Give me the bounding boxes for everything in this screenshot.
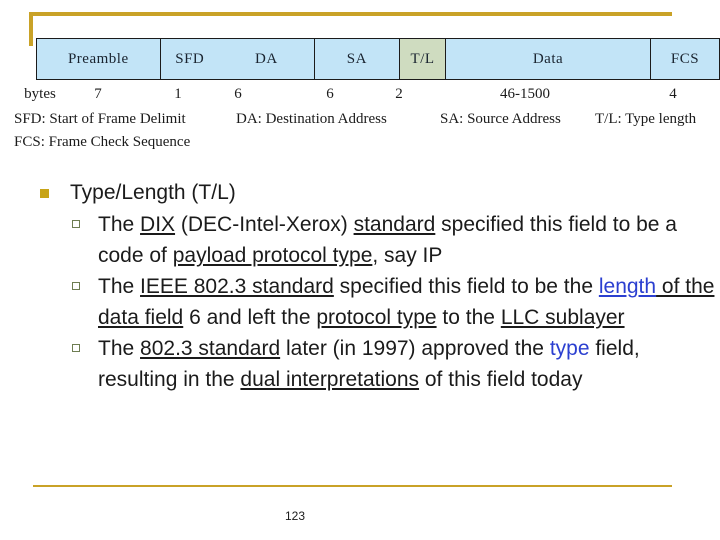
- text-run: protocol type: [316, 306, 437, 329]
- legend-fcs: FCS: Frame Check Sequence: [14, 134, 191, 150]
- legend-tl: T/L: Type length: [595, 111, 697, 127]
- text-run: to the: [436, 306, 501, 329]
- page-number: 123: [284, 509, 306, 523]
- bullet-type-length-heading: Type/Length (T/L) The DIX (DEC-Intel-Xer…: [0, 178, 720, 395]
- text-run: dual interpretations: [240, 368, 420, 391]
- legend-sfd: SFD: Start of Frame Delimit: [14, 111, 186, 127]
- text-run: type: [549, 337, 590, 360]
- hollow-square-bullet-icon: [72, 220, 80, 228]
- text-run: IEEE 802.3 standard: [140, 275, 334, 298]
- text-run: The: [98, 275, 141, 298]
- frame-cell-sa: SA: [314, 39, 401, 79]
- bytes-value-data: 46-1500: [500, 86, 550, 102]
- frame-cell-label: Preamble: [67, 50, 129, 67]
- text-run: later (in 1997) approved the: [280, 337, 550, 360]
- bullet-dix-text: The DIX (DEC-Intel-Xerox) standard speci…: [98, 213, 677, 267]
- frame-cell-label: SA: [346, 50, 367, 67]
- legend-line-1: SFD: Start of Frame Delimit DA: Destinat…: [8, 111, 714, 134]
- text-run: DIX: [140, 213, 176, 236]
- legend-da: DA: Destination Address: [236, 111, 387, 127]
- bytes-value-sfd: 1: [174, 86, 182, 102]
- bullet-list-level-2: The DIX (DEC-Intel-Xerox) standard speci…: [70, 209, 720, 395]
- text-run: payload protocol type: [172, 244, 373, 267]
- legend-sa: SA: Source Address: [440, 111, 561, 127]
- legend-line-2: FCS: Frame Check Sequence: [8, 134, 714, 157]
- bullet-1997: The 802.3 standard later (in 1997) appro…: [70, 333, 720, 395]
- frame-cell-fcs: FCS: [651, 39, 719, 79]
- text-run: The: [98, 337, 141, 360]
- frame-cell-label: SFD: [175, 50, 205, 67]
- footer-divider: [33, 485, 672, 487]
- text-run: 802.3 standard: [140, 337, 281, 360]
- bullet-ieee-text: The IEEE 802.3 standard specified this f…: [98, 275, 714, 329]
- text-run: (DEC-Intel-Xerox): [175, 213, 354, 236]
- bullet-dix: The DIX (DEC-Intel-Xerox) standard speci…: [70, 209, 720, 271]
- text-run: length: [598, 275, 657, 298]
- bytes-row-label: bytes: [24, 86, 56, 102]
- bytes-value-fcs: 4: [669, 86, 677, 102]
- text-run: The: [98, 213, 141, 236]
- hollow-square-bullet-icon: [72, 344, 80, 352]
- bytes-row: bytes 7 1 6 6 2 46-1500 4: [8, 86, 714, 108]
- frame-cell-type-length: T/L: [400, 39, 447, 79]
- text-run: , say IP: [372, 244, 443, 267]
- bullet-1997-text: The 802.3 standard later (in 1997) appro…: [98, 337, 640, 391]
- hollow-square-bullet-icon: [72, 282, 80, 290]
- bullet-heading-text: Type/Length (T/L): [70, 181, 236, 204]
- frame-cell-label: DA: [255, 50, 278, 67]
- text-run: 6 and left the: [183, 306, 317, 329]
- frame-cell-sfd: SFD: [160, 39, 219, 79]
- square-bullet-icon: [40, 189, 49, 198]
- text-run: specified this field to be the: [333, 275, 599, 298]
- bytes-value-sa: 6: [326, 86, 334, 102]
- frame-cell-label: FCS: [670, 50, 700, 67]
- frame-cell-label: T/L: [410, 50, 435, 67]
- bullet-list-level-1: Type/Length (T/L) The DIX (DEC-Intel-Xer…: [0, 178, 720, 395]
- frame-legend: SFD: Start of Frame Delimit DA: Destinat…: [8, 111, 714, 157]
- frame-cell-label: Data: [532, 50, 564, 67]
- frame-cell-data: Data: [446, 39, 651, 79]
- frame-format-table: Preamble SFD DA SA T/L Data FCS: [36, 38, 720, 80]
- bytes-value-da: 6: [234, 86, 242, 102]
- text-run: of this field today: [419, 368, 583, 391]
- frame-cell-preamble: Preamble: [37, 39, 161, 79]
- text-run: standard: [353, 213, 436, 236]
- ethernet-frame-figure: Preamble SFD DA SA T/L Data FCS bytes 7 …: [8, 34, 720, 164]
- frame-cell-da: DA: [218, 39, 315, 79]
- bullet-ieee: The IEEE 802.3 standard specified this f…: [70, 271, 720, 333]
- bytes-value-type-length: 2: [395, 86, 403, 102]
- bytes-value-preamble: 7: [94, 86, 102, 102]
- slide-body: Type/Length (T/L) The DIX (DEC-Intel-Xer…: [0, 178, 720, 395]
- text-run: LLC sublayer: [500, 306, 625, 329]
